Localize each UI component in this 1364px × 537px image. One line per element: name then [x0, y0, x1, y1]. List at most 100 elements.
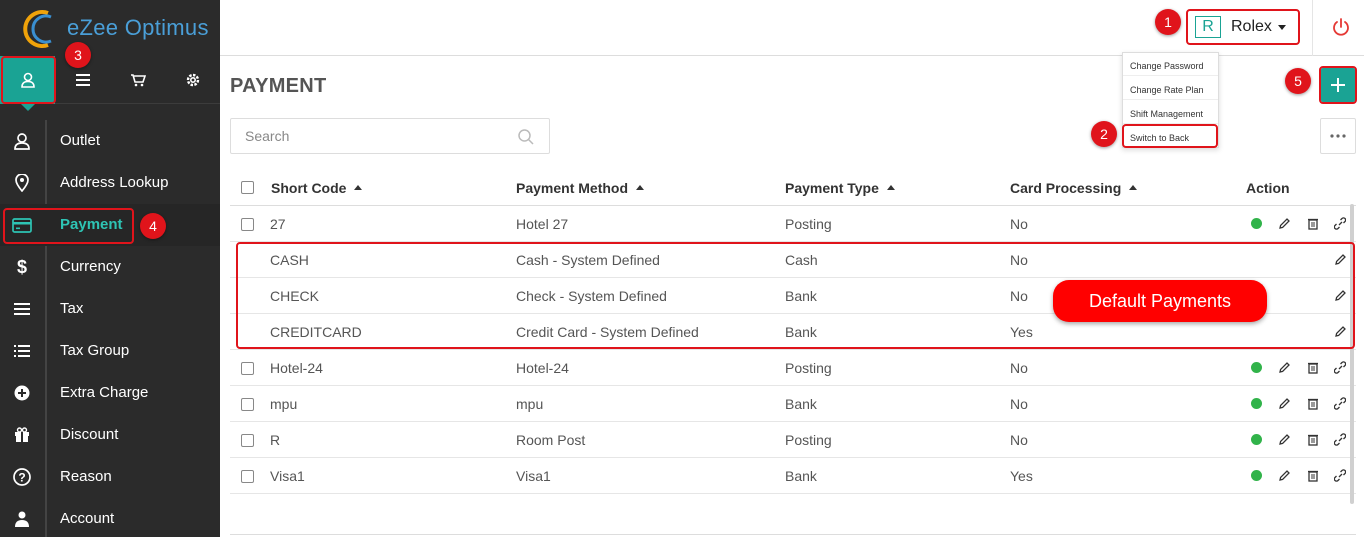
- logout-button[interactable]: [1328, 14, 1354, 40]
- row-checkbox[interactable]: [241, 470, 254, 483]
- sidebar-tab-cart[interactable]: [110, 56, 165, 104]
- sort-asc-icon: [636, 184, 645, 190]
- bulleted-list-icon: [0, 330, 44, 372]
- menu-icon: [75, 74, 90, 86]
- annotation-badge-3: 3: [65, 42, 91, 68]
- delete-icon[interactable]: [1306, 360, 1320, 374]
- column-label: Payment Method: [516, 180, 629, 196]
- sidebar-item-label: Address Lookup: [60, 174, 169, 191]
- list-icon: [0, 288, 44, 330]
- status-active-icon[interactable]: [1251, 434, 1262, 445]
- table-row: Visa1 Visa1 Bank Yes: [230, 458, 1356, 494]
- menu-item-change-rate-plan[interactable]: Change Rate Plan: [1123, 77, 1218, 100]
- annotation-box-payment-menu: [3, 208, 134, 244]
- user-icon: [0, 120, 44, 162]
- cell-payment-type: Bank: [785, 468, 817, 484]
- svg-text:$: $: [17, 257, 27, 277]
- sidebar-item-label: Reason: [60, 468, 112, 485]
- link-icon[interactable]: [1333, 432, 1347, 446]
- sidebar-item-tax[interactable]: Tax: [0, 288, 220, 330]
- table-row: R Room Post Posting No: [230, 422, 1356, 458]
- cell-payment-type: Posting: [785, 216, 832, 232]
- edit-icon[interactable]: [1277, 468, 1291, 482]
- row-checkbox[interactable]: [241, 362, 254, 375]
- sidebar-item-label: Extra Charge: [60, 384, 149, 401]
- cell-payment-method: Visa1: [516, 468, 551, 484]
- edit-icon[interactable]: [1277, 360, 1291, 374]
- column-label: Short Code: [271, 180, 347, 196]
- edit-icon[interactable]: [1277, 432, 1291, 446]
- sidebar-item-label: Discount: [60, 426, 119, 443]
- cell-card-processing: No: [1010, 396, 1028, 412]
- sidebar-item-label: Outlet: [60, 132, 101, 149]
- status-active-icon[interactable]: [1251, 398, 1262, 409]
- column-payment-method[interactable]: Payment Method: [516, 180, 645, 196]
- column-label: Card Processing: [1010, 180, 1122, 196]
- row-checkbox[interactable]: [241, 398, 254, 411]
- sidebar-item-discount[interactable]: Discount: [0, 414, 220, 456]
- sidebar-item-outlet[interactable]: Outlet: [0, 120, 220, 162]
- column-action: Action: [1246, 180, 1290, 196]
- status-active-icon[interactable]: [1251, 362, 1262, 373]
- column-label: Payment Type: [785, 180, 879, 196]
- brand: eZee Optimus: [0, 0, 220, 56]
- table-row: mpu mpu Bank No: [230, 386, 1356, 422]
- topbar-separator: [1312, 0, 1313, 56]
- column-payment-type[interactable]: Payment Type: [785, 180, 895, 196]
- select-all-checkbox[interactable]: [241, 181, 254, 194]
- status-active-icon[interactable]: [1251, 470, 1262, 481]
- page-title: PAYMENT: [230, 75, 327, 97]
- row-checkbox[interactable]: [241, 218, 254, 231]
- cell-short-code: mpu: [270, 396, 298, 412]
- delete-icon[interactable]: [1306, 468, 1320, 482]
- edit-icon[interactable]: [1277, 216, 1291, 230]
- sidebar-item-label: Tax: [60, 300, 84, 317]
- sidebar-item-reason[interactable]: ? Reason: [0, 456, 220, 498]
- person-icon: [0, 498, 44, 537]
- ellipsis-icon: [1330, 134, 1346, 138]
- column-card-processing[interactable]: Card Processing: [1010, 180, 1138, 196]
- cell-card-processing: Yes: [1010, 468, 1033, 484]
- sidebar-item-extra-charge[interactable]: Extra Charge: [0, 372, 220, 414]
- cell-card-processing: No: [1010, 432, 1028, 448]
- sidebar-item-address-lookup[interactable]: Address Lookup: [0, 162, 220, 204]
- menu-item-change-password[interactable]: Change Password: [1123, 53, 1218, 76]
- sidebar-item-account[interactable]: Account: [0, 498, 220, 537]
- link-icon[interactable]: [1333, 216, 1347, 230]
- menu-item-shift-management[interactable]: Shift Management: [1123, 101, 1218, 124]
- cart-icon: [130, 74, 146, 87]
- sort-asc-icon: [354, 184, 363, 190]
- sidebar-item-label: Currency: [60, 258, 121, 275]
- delete-icon[interactable]: [1306, 432, 1320, 446]
- sidebar-item-label: Account: [60, 510, 115, 527]
- delete-icon[interactable]: [1306, 396, 1320, 410]
- annotation-box-user-menu: [1186, 9, 1300, 45]
- delete-icon[interactable]: [1306, 216, 1320, 230]
- location-pin-icon: [0, 162, 44, 204]
- link-icon[interactable]: [1333, 360, 1347, 374]
- cell-payment-type: Posting: [785, 432, 832, 448]
- sidebar-item-currency[interactable]: $ Currency: [0, 246, 220, 288]
- annotation-badge-5: 5: [1285, 68, 1311, 94]
- edit-icon[interactable]: [1277, 396, 1291, 410]
- annotation-box-add-button: [1319, 66, 1357, 104]
- dollar-icon: $: [0, 246, 44, 288]
- sort-asc-icon: [1129, 184, 1138, 190]
- active-tab-caret: [21, 104, 35, 111]
- cell-card-processing: No: [1010, 360, 1028, 376]
- more-options-button[interactable]: [1320, 118, 1356, 154]
- link-icon[interactable]: [1333, 468, 1347, 482]
- question-circle-icon: ?: [0, 456, 44, 498]
- annotation-badge-4: 4: [140, 213, 166, 239]
- sidebar-item-tax-group[interactable]: Tax Group: [0, 330, 220, 372]
- row-checkbox[interactable]: [241, 434, 254, 447]
- cell-payment-method: Hotel 27: [516, 216, 569, 232]
- status-active-icon[interactable]: [1251, 218, 1262, 229]
- cell-payment-method: Hotel-24: [516, 360, 569, 376]
- sidebar-tab-settings[interactable]: [165, 56, 220, 104]
- app-root: eZee Optimus Outlet Address Lookup Payme…: [0, 0, 1364, 537]
- power-icon: [1333, 18, 1349, 36]
- link-icon[interactable]: [1333, 396, 1347, 410]
- search-input[interactable]: [231, 119, 511, 153]
- column-short-code[interactable]: Short Code: [271, 180, 363, 196]
